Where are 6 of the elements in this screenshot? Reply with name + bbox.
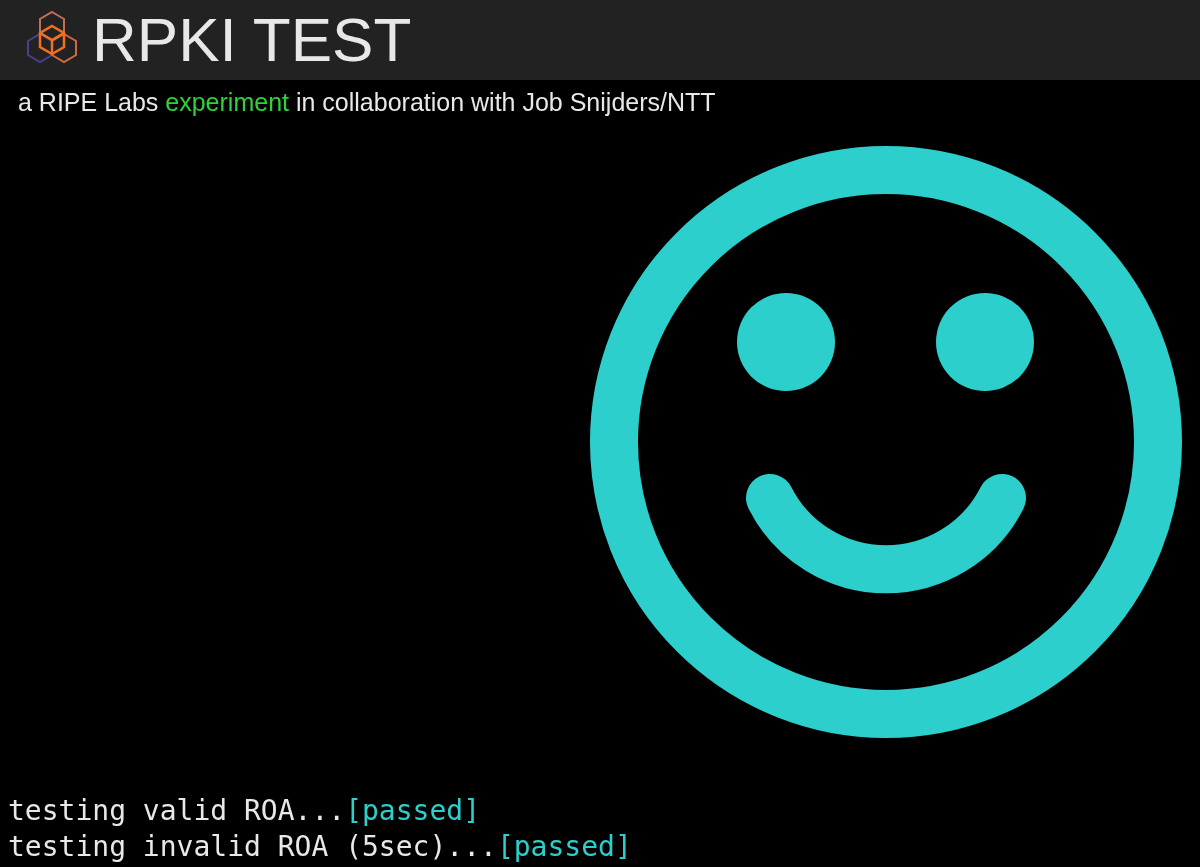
test-label: testing valid ROA... [8, 794, 346, 827]
subtitle: a RIPE Labs experiment in collaboration with Job Snijders/NTT [18, 87, 717, 118]
test-result: [passed] [496, 830, 632, 863]
page-title: RPKI TEST [92, 9, 412, 71]
test-label: testing invalid ROA (5sec)... [8, 830, 497, 863]
test-result: [passed] [345, 794, 480, 827]
